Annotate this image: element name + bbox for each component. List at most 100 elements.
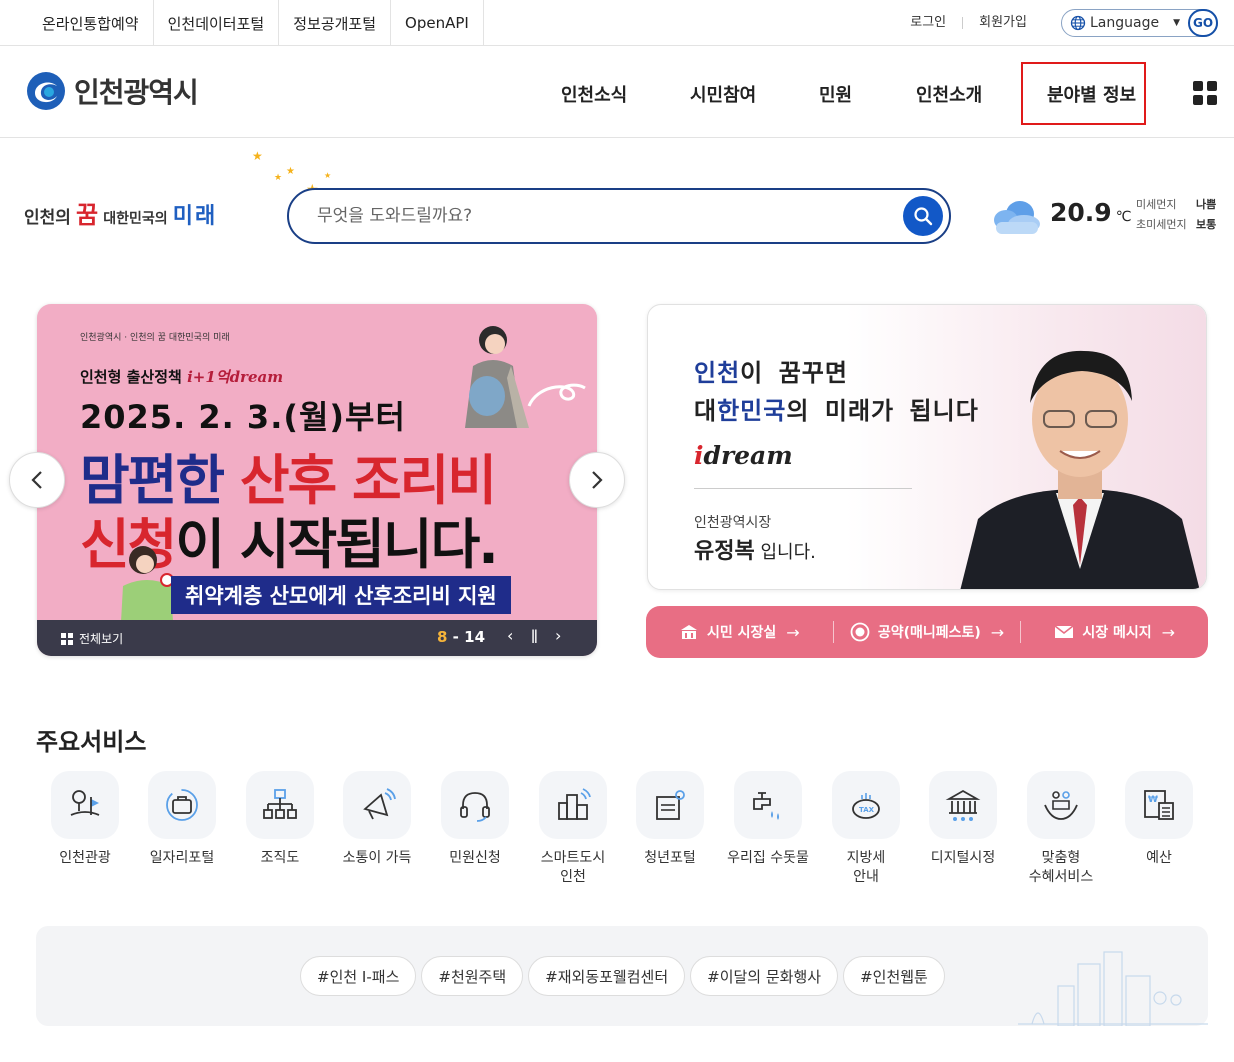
- slogan-part2: 꿈: [76, 201, 99, 229]
- svg-text:★: ★: [286, 166, 295, 177]
- mayor-name: 유정복 입니다.: [694, 533, 816, 565]
- service-digital-gov[interactable]: 디지털시정: [914, 771, 1012, 868]
- grid-icon: [61, 632, 73, 645]
- temperature: 20.9 ℃: [1050, 198, 1131, 227]
- language-select[interactable]: Language ▼ GO: [1060, 9, 1218, 37]
- tax-piggy-icon: TAX: [832, 771, 900, 839]
- service-local-tax[interactable]: TAX 지방세안내: [817, 771, 915, 887]
- welfare-hands-icon: [1027, 771, 1095, 839]
- nav-citizen-participation[interactable]: 시민참여: [690, 81, 756, 107]
- banner-support-label: 취약계층 산모에게 산후조리비 지원: [171, 576, 511, 614]
- hashtag-monthly-culture[interactable]: #이달의 문화행사: [690, 956, 839, 996]
- language-go-button[interactable]: GO: [1188, 9, 1218, 37]
- mayor-link-message[interactable]: 시장 메시지 →: [1021, 622, 1208, 642]
- envelope-icon: [1054, 625, 1074, 638]
- mayor-link-office-label: 시민 시장실: [706, 625, 777, 641]
- arrow-right-icon: →: [786, 622, 800, 642]
- globe-icon: [1070, 15, 1086, 31]
- banner-counter: 8 - 14: [437, 628, 485, 646]
- banner-prev-icon[interactable]: ‹: [507, 626, 513, 645]
- svg-text:★: ★: [274, 173, 282, 183]
- manifesto-badge-icon: [850, 622, 870, 642]
- banner-next-button[interactable]: [569, 452, 625, 508]
- mayor-quote-rest1: 이 꿈꾸면: [740, 359, 848, 387]
- main-banner[interactable]: 인천광역시 · 인천의 꿈 대한민국의 미래 인천형 출산정책 i+1억drea…: [37, 304, 597, 656]
- water-tap-icon: [734, 771, 802, 839]
- signup-link[interactable]: 회원가입: [963, 16, 1043, 29]
- banner-policy: 인천형 출산정책 i+1억dream: [80, 366, 283, 387]
- svg-text:★: ★: [324, 171, 331, 180]
- service-job-portal[interactable]: 일자리포털: [133, 771, 231, 868]
- all-menu-grid-icon[interactable]: [1193, 81, 1217, 105]
- mayor-quote-line2: 대한민국의 미래가 됩니다: [694, 391, 979, 426]
- service-label: 지방세안내: [817, 849, 915, 887]
- weather-widget[interactable]: 20.9 ℃ 미세먼지 나쁨 초미세먼지 보통: [990, 192, 1225, 242]
- budget-calculator-icon: ₩: [1125, 771, 1193, 839]
- mayor-link-office[interactable]: 시민 시장실 →: [646, 622, 833, 642]
- pregnant-woman-illustration: [465, 326, 529, 428]
- search-input[interactable]: [317, 202, 877, 230]
- smart-city-icon: [539, 771, 607, 839]
- nav-about-incheon[interactable]: 인천소개: [916, 81, 982, 107]
- nav-civil-complaints[interactable]: 민원: [819, 81, 852, 107]
- hashtag-panel: #인천 I-패스 #천원주택 #재외동포웰컴센터 #이달의 문화행사 #인천웹툰: [36, 926, 1208, 1026]
- idream-text: dream: [703, 441, 793, 470]
- service-communication[interactable]: 소통이 가득: [328, 771, 426, 868]
- search-icon: [914, 207, 933, 226]
- banner-view-all[interactable]: 전체보기: [61, 630, 123, 647]
- util-link-openapi[interactable]: OpenAPI: [391, 0, 484, 46]
- hashtag-overseas-koreans-center[interactable]: #재외동포웰컴센터: [528, 956, 686, 996]
- headset-icon: [441, 771, 509, 839]
- header: 인천광역시 인천소식 시민참여 민원 인천소개 분야별 정보: [0, 47, 1234, 138]
- banner-next-icon[interactable]: ›: [555, 626, 561, 645]
- service-label-line1: 스마트도시: [540, 850, 606, 866]
- banner-policy-brand: i+1억dream: [187, 368, 284, 386]
- hashtag-incheon-webtoon[interactable]: #인천웹툰: [843, 956, 945, 996]
- service-label: 민원신청: [449, 850, 501, 866]
- banner-policy-text: 인천형 출산정책: [80, 368, 182, 386]
- mayor-link-manifesto[interactable]: 공약(매니페스토) →: [834, 622, 1021, 642]
- mayor-link-manifesto-label: 공약(매니페스토): [877, 625, 981, 641]
- util-link-reservation[interactable]: 온라인통합예약: [28, 0, 154, 46]
- incheon-logo-icon: [27, 72, 65, 110]
- cityscape-decoration: [1018, 951, 1208, 1026]
- swirl-decoration-icon: [527, 383, 586, 407]
- pm10-value: 나쁨: [1196, 198, 1217, 211]
- service-label-line2: 안내: [853, 869, 879, 885]
- service-label-line1: 지방세: [846, 850, 886, 866]
- util-link-data-portal[interactable]: 인천데이터포털: [154, 0, 280, 46]
- service-org-chart[interactable]: 조직도: [231, 771, 329, 868]
- search-button[interactable]: [903, 196, 943, 236]
- slogan-part4: 미래: [172, 204, 218, 229]
- banner-prev-button[interactable]: [9, 452, 65, 508]
- arrow-right-icon: →: [990, 622, 1005, 642]
- pm25-value: 보통: [1196, 218, 1217, 231]
- hashtag-thousand-won-housing[interactable]: #천원주택: [421, 956, 524, 996]
- hashtag-ipass[interactable]: #인천 I-패스: [300, 956, 417, 996]
- service-label: 청년포털: [644, 850, 696, 866]
- util-link-info-portal[interactable]: 정보공개포털: [279, 0, 392, 46]
- arrow-right-icon: →: [1161, 622, 1176, 642]
- service-custom-welfare[interactable]: 맞춤형 수혜서비스: [1012, 771, 1110, 887]
- service-tap-water[interactable]: 우리집 수돗물: [719, 771, 817, 868]
- nav-field-info[interactable]: 분야별 정보: [1047, 81, 1136, 107]
- banner-pause-icon[interactable]: ǁ: [531, 628, 538, 644]
- mayor-quote-a2: 대: [694, 397, 718, 425]
- nav-incheon-news[interactable]: 인천소식: [561, 81, 627, 107]
- service-youth-portal[interactable]: 청년포털: [621, 771, 719, 868]
- service-budget[interactable]: ₩ 예산: [1110, 771, 1208, 868]
- mayor-links: 시민 시장실 → 공약(매니페스토) → 시장 메시지 →: [646, 606, 1208, 658]
- digital-gov-icon: [929, 771, 997, 839]
- service-label-line2: 수혜서비스: [1028, 869, 1094, 885]
- login-link[interactable]: 로그인: [894, 16, 964, 29]
- svg-text:₩: ₩: [1148, 795, 1158, 805]
- city-hall-icon: [680, 625, 697, 639]
- service-smart-city[interactable]: 스마트도시 인천: [524, 771, 622, 887]
- idream-logo: idream: [694, 441, 793, 470]
- service-incheon-tour[interactable]: 인천관광: [36, 771, 134, 868]
- service-civil-application[interactable]: 민원신청: [426, 771, 524, 868]
- service-label: 소통이 가득: [342, 850, 412, 866]
- mayor-card[interactable]: 인천이 꿈꾸면 대한민국의 미래가 됩니다 idream 인천광역시장 유정복 …: [647, 304, 1207, 590]
- site-logo[interactable]: 인천광역시: [26, 71, 199, 111]
- mayor-name-text: 유정복: [694, 539, 755, 564]
